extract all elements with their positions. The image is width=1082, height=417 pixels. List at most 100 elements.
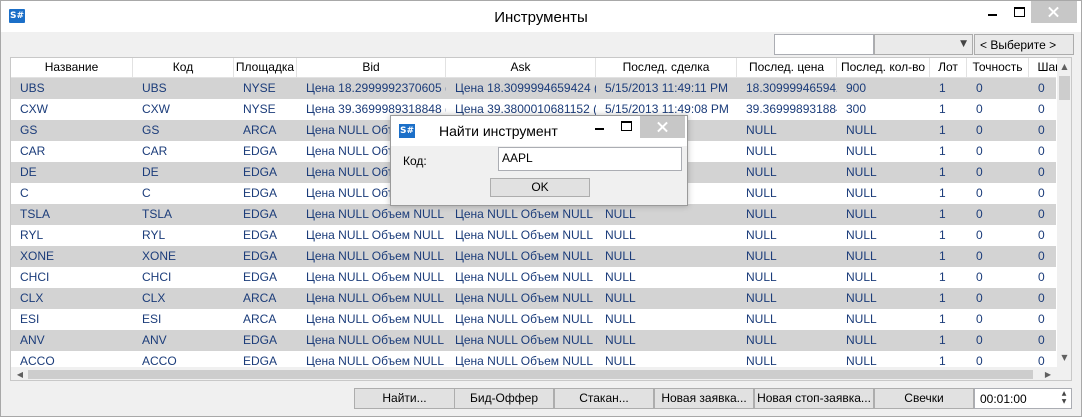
code-input[interactable]: AAPL [498,147,682,171]
column-header-last-price[interactable]: Послед. цена [737,58,837,78]
cell-ask: Цена NULL Объем NULL [455,207,593,221]
cell-decimals: 0 [976,144,983,158]
column-header-ask[interactable]: Ask [446,58,596,78]
cell-decimals: 0 [976,228,983,242]
securities-grid: Название Код Площадка Bid Ask Послед. сделка П… [10,57,1072,381]
horizontal-scroll-thumb[interactable] [28,370,1033,379]
cell-name: CXW [20,102,48,116]
cell-name: GS [20,123,38,137]
cell-code: CAR [142,144,168,158]
cell-name: C [20,186,29,200]
cell-decimals: 0 [976,165,983,179]
cell-last-volume: NULL [846,123,877,137]
find-button[interactable]: Найти... [354,388,455,409]
cell-last-trade-time: 5/15/2013 11:49:11 PM [605,81,728,95]
cell-code: GS [142,123,160,137]
cell-last-price: NULL [746,228,777,242]
cell-board: EDGA [243,333,278,347]
cell-code: DE [142,165,159,179]
horizontal-scrollbar[interactable]: ◀ ▶ [11,367,1057,380]
scroll-right-icon[interactable]: ▶ [1041,367,1055,380]
scroll-up-icon[interactable]: ▲ [1057,60,1071,74]
column-header-code[interactable]: Код [133,58,234,78]
cell-code: C [142,186,151,200]
cell-lot: 1 [939,291,946,305]
dialog-close-icon[interactable] [640,116,685,138]
security-filter-input[interactable] [774,34,874,55]
cell-code: CHCI [142,270,172,284]
column-header-name[interactable]: Название [11,58,133,78]
cell-lot: 1 [939,102,946,116]
column-header-last-trade-time[interactable]: Послед. сделка [596,58,737,78]
table-row[interactable]: ESI ESI ARCA Цена NULL Объем NULL Цена NULL … [11,309,1056,330]
cell-last-trade-time: NULL [605,228,636,242]
dialog-minimize-icon[interactable] [587,116,613,138]
vertical-scrollbar[interactable]: ▲ ▼ [1057,58,1071,368]
column-header-board[interactable]: Площадка [234,58,297,78]
table-row[interactable]: RYL RYL EDGA Цена NULL Объем NULL Цена NULL … [11,225,1056,246]
cell-name: CLX [20,291,44,305]
ok-button[interactable]: OK [490,178,590,197]
table-row[interactable]: ANV ANV EDGA Цена NULL Объем NULL Цена NULL … [11,330,1056,351]
board-select-combo[interactable]: < Выберите > [974,34,1074,55]
depth-button[interactable]: Стакан... [554,388,654,409]
grid-header: Название Код Площадка Bid Ask Послед. сделка П… [11,58,1069,78]
cell-decimals: 0 [976,207,983,221]
cell-decimals: 0 [976,81,983,95]
column-header-lot[interactable]: Лот [930,58,967,78]
table-row[interactable]: UBS UBS NYSE Цена 18.2999992370605 (Цена 18… [11,78,1056,99]
chevron-down-icon: ▼ [960,39,967,49]
cell-decimals: 0 [976,186,983,200]
cell-board: EDGA [243,228,278,242]
cell-lot: 1 [939,81,946,95]
dialog-maximize-icon[interactable] [613,116,639,138]
column-header-last-volume[interactable]: Послед. кол-во [837,58,930,78]
table-row[interactable]: CLX CLX ARCA Цена NULL Объем NULL Цена NULL … [11,288,1056,309]
spinner-icon[interactable]: ▲ ▼ [1059,390,1069,406]
cell-name: XONE [20,249,55,263]
cell-board: NYSE [243,102,276,116]
cell-last-price: NULL [746,333,777,347]
cell-name: ANV [20,333,45,347]
table-row[interactable]: CHCI CHCI EDGA Цена NULL Объем NULL Цена NUL… [11,267,1056,288]
maximize-icon[interactable] [1005,1,1033,23]
find-security-dialog: S# Найти инструмент Код: AAPL OK [390,115,688,206]
table-row[interactable]: TSLA TSLA EDGA Цена NULL Объем NULL Цена NUL… [11,204,1056,225]
cell-last-volume: NULL [846,249,877,263]
dialog-title-bar[interactable]: S# Найти инструмент [391,116,687,146]
cell-name: UBS [20,81,45,95]
cell-last-price: NULL [746,312,777,326]
new-stop-order-button[interactable]: Новая стоп-заявка... [754,388,874,409]
cell-ask: Цена NULL Объем NULL [455,270,593,284]
cell-bid: Цена NULL Объем NULL [306,270,444,284]
minimize-icon[interactable] [979,1,1007,23]
cell-board: EDGA [243,186,278,200]
vertical-scroll-thumb[interactable] [1059,76,1070,100]
cell-bid: Цена NULL Объем NULL [306,228,444,242]
cell-ask: Цена NULL Объем NULL [455,228,593,242]
close-icon[interactable] [1031,1,1077,23]
cell-code: CLX [142,291,166,305]
cell-last-trade-time: NULL [605,270,636,284]
column-header-bid[interactable]: Bid [297,58,446,78]
scroll-down-icon[interactable]: ▼ [1057,351,1071,365]
cell-last-volume: NULL [846,186,877,200]
type-filter-combo[interactable]: ▼ [874,34,973,55]
table-row[interactable]: XONE XONE EDGA Цена NULL Объем NULL Цена NUL… [11,246,1056,267]
cell-last-price: NULL [746,165,777,179]
candles-button[interactable]: Свечки [874,388,974,409]
cell-board: EDGA [243,249,278,263]
new-order-button[interactable]: Новая заявка... [654,388,754,409]
cell-last-price: 18.3099994659424 [746,81,837,95]
column-header-decimals[interactable]: Точность [967,58,1029,78]
cell-lot: 1 [939,207,946,221]
scroll-left-icon[interactable]: ◀ [13,367,27,380]
timeframe-input[interactable]: 00:01:00 ▲ ▼ [974,388,1072,409]
title-bar[interactable]: S# Инструменты [1,1,1081,32]
cell-decimals: 0 [976,333,983,347]
cell-lot: 1 [939,144,946,158]
cell-last-volume: NULL [846,333,877,347]
cell-last-price: NULL [746,207,777,221]
cell-bid: Цена 18.2999992370605 ( [306,81,446,95]
bid-offer-button[interactable]: Бид-Оффер [454,388,554,409]
